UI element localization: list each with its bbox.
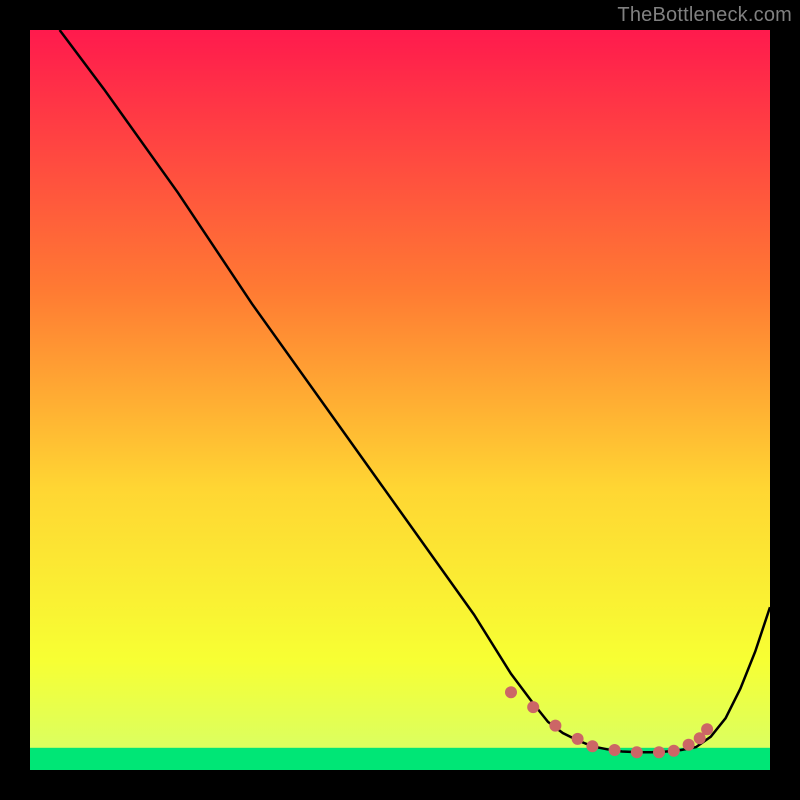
chart-svg	[30, 30, 770, 770]
curve-marker	[609, 744, 621, 756]
curve-marker	[653, 746, 665, 758]
curve-marker	[683, 739, 695, 751]
curve-marker	[527, 701, 539, 713]
curve-marker	[505, 686, 517, 698]
watermark-text: TheBottleneck.com	[617, 4, 792, 27]
curve-marker	[549, 720, 561, 732]
curve-marker	[701, 723, 713, 735]
curve-marker	[572, 733, 584, 745]
curve-marker	[586, 740, 598, 752]
curve-marker	[668, 745, 680, 757]
chart-frame	[30, 30, 770, 770]
curve-marker	[631, 746, 643, 758]
